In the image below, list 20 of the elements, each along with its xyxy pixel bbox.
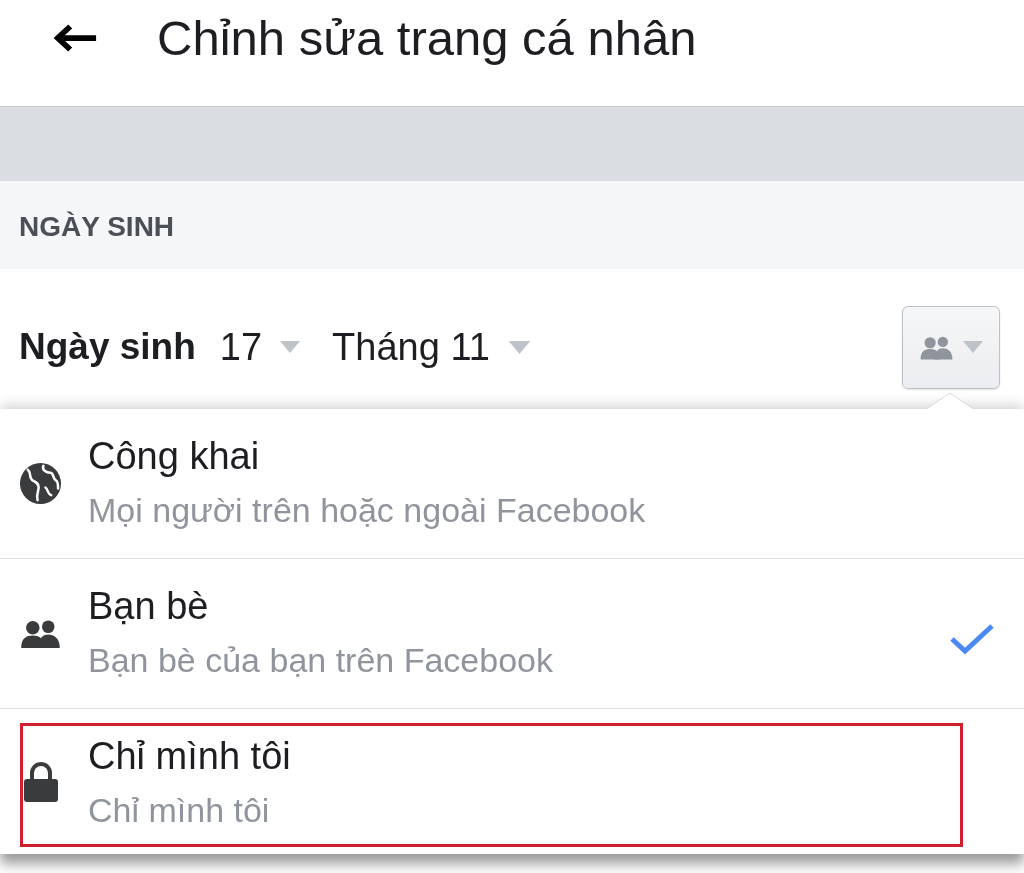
caret-icon	[280, 341, 301, 353]
option-description: Bạn bè của bạn trên Facebook	[88, 640, 553, 681]
audience-button[interactable]	[902, 305, 1000, 389]
people-icon	[19, 619, 62, 648]
birthday-label: Ngày sinh	[19, 326, 196, 368]
option-description: Chỉ mình tôi	[88, 790, 271, 831]
caret-icon	[507, 340, 531, 354]
people-icon	[918, 334, 954, 360]
month-select[interactable]: Tháng 11	[332, 325, 531, 369]
section-heading: NGÀY SINH	[19, 211, 175, 243]
page-title: Chỉnh sửa trang cá nhân	[157, 9, 697, 66]
option-label: Bạn bè	[88, 584, 210, 629]
lock-icon	[22, 761, 59, 802]
option-label: Chỉ mình tôi	[88, 734, 291, 779]
globe-icon	[19, 462, 62, 505]
day-select[interactable]: 17	[219, 325, 301, 369]
option-label: Công khai	[88, 434, 261, 479]
caret-icon	[961, 341, 984, 353]
back-arrow-icon[interactable]	[52, 22, 98, 53]
option-description: Mọi người trên hoặc ngoài Facebook	[88, 490, 646, 531]
